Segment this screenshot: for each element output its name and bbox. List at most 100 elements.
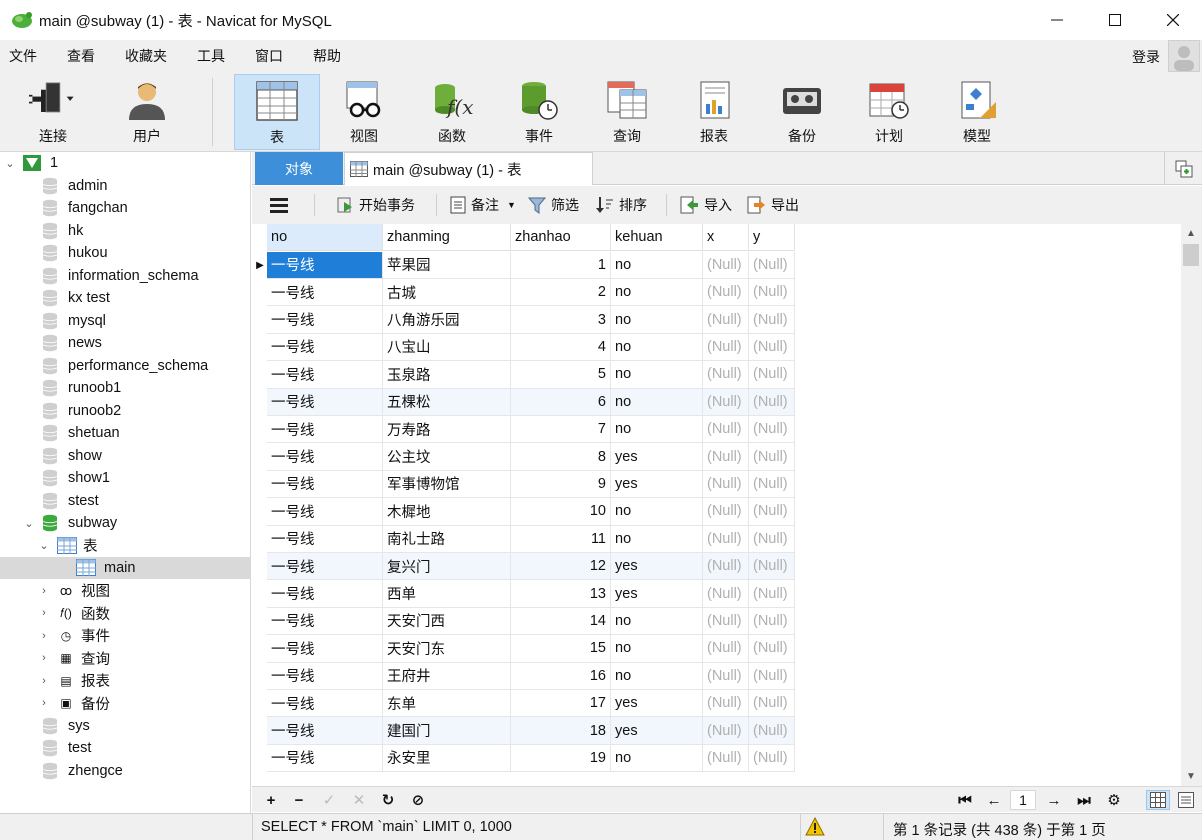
table-cell[interactable]: yes — [611, 470, 703, 499]
close-button[interactable] — [1144, 0, 1202, 40]
memo-dropdown-icon[interactable]: ▼ — [507, 200, 516, 210]
table-button[interactable]: 表 — [234, 74, 320, 150]
tree-database-item[interactable]: hk — [42, 220, 83, 242]
table-cell[interactable]: 2 — [511, 279, 611, 307]
table-cell[interactable]: 一号线 — [267, 525, 383, 553]
add-record-button[interactable]: + — [262, 790, 280, 810]
table-cell[interactable]: (Null) — [703, 388, 749, 416]
table-cell[interactable]: yes — [611, 580, 703, 608]
table-cell[interactable]: (Null) — [703, 553, 749, 581]
table-cell[interactable]: (Null) — [703, 306, 749, 334]
table-cell[interactable]: (Null) — [749, 416, 795, 444]
filter-button[interactable]: 筛选 — [528, 186, 579, 224]
tree-database-subway[interactable]: ⌄ subway — [23, 512, 117, 534]
tab-objects[interactable]: 对象 — [255, 152, 343, 185]
discard-button[interactable]: ✕ — [350, 790, 368, 810]
tree-database-item[interactable]: kx test — [42, 287, 110, 309]
table-cell[interactable]: (Null) — [749, 498, 795, 526]
connect-button[interactable]: 连接 — [10, 74, 96, 150]
table-row[interactable]: 一号线 木樨地 10 no (Null) (Null) — [253, 498, 796, 526]
table-cell[interactable]: 12 — [511, 553, 611, 581]
query-button[interactable]: 查询 — [584, 74, 670, 150]
table-cell[interactable]: no — [611, 279, 703, 307]
table-cell[interactable]: 一号线 — [267, 662, 383, 690]
tree-connection[interactable]: ⌄ 1 — [4, 152, 58, 174]
column-header[interactable]: y — [749, 224, 795, 251]
table-cell[interactable]: 14 — [511, 607, 611, 636]
table-row[interactable]: 一号线 军事博物馆 9 yes (Null) (Null) — [253, 470, 796, 499]
table-cell[interactable]: 万寿路 — [383, 416, 511, 444]
table-cell[interactable]: (Null) — [703, 525, 749, 553]
grid-view-button[interactable] — [1146, 790, 1170, 810]
table-row[interactable]: 一号线 西单 13 yes (Null) (Null) — [253, 580, 796, 608]
table-cell[interactable]: (Null) — [703, 443, 749, 471]
table-row[interactable]: 一号线 永安里 19 no (Null) (Null) — [253, 744, 796, 773]
chevron-right-icon[interactable]: › — [38, 697, 50, 709]
table-cell[interactable]: (Null) — [749, 635, 795, 663]
table-cell[interactable]: (Null) — [749, 525, 795, 553]
table-cell[interactable]: 19 — [511, 744, 611, 773]
column-header[interactable]: kehuan — [611, 224, 703, 251]
table-cell[interactable]: yes — [611, 443, 703, 471]
menu-tools[interactable]: 工具 — [188, 46, 234, 66]
tree-table-main[interactable]: main — [0, 557, 250, 579]
table-cell[interactable]: (Null) — [749, 361, 795, 389]
report-button[interactable]: 报表 — [671, 74, 757, 150]
export-button[interactable]: 导出 — [746, 186, 799, 224]
table-cell[interactable]: 10 — [511, 498, 611, 526]
table-cell[interactable]: 一号线 — [267, 717, 383, 745]
vertical-scrollbar[interactable]: ▲ ▼ — [1181, 224, 1202, 786]
import-button[interactable]: 导入 — [679, 186, 732, 224]
tree-database-item[interactable]: sys — [42, 715, 90, 737]
tree-subnode[interactable]: › 𝑓() 函数 — [38, 602, 110, 624]
table-cell[interactable]: 16 — [511, 662, 611, 690]
begin-transaction-button[interactable]: 开始事务 — [336, 186, 415, 224]
column-header[interactable]: x — [703, 224, 749, 251]
table-cell[interactable]: 东单 — [383, 690, 511, 718]
table-cell[interactable]: (Null) — [749, 470, 795, 499]
table-row[interactable]: 一号线 古城 2 no (Null) (Null) — [253, 279, 796, 307]
apply-button[interactable]: ✓ — [320, 790, 338, 810]
tree-database-item[interactable]: information_schema — [42, 265, 199, 287]
table-cell[interactable]: no — [611, 498, 703, 526]
table-cell[interactable]: 7 — [511, 416, 611, 444]
last-page-button[interactable]: ⏭ — [1074, 790, 1094, 810]
table-cell[interactable]: (Null) — [703, 279, 749, 307]
table-cell[interactable]: (Null) — [749, 662, 795, 690]
table-cell[interactable]: 9 — [511, 470, 611, 499]
table-cell[interactable]: 南礼士路 — [383, 525, 511, 553]
new-tab-button[interactable] — [1164, 152, 1202, 185]
sort-button[interactable]: 排序 — [596, 186, 647, 224]
table-row[interactable]: 一号线 复兴门 12 yes (Null) (Null) — [253, 553, 796, 581]
menu-window[interactable]: 窗口 — [246, 46, 292, 66]
chevron-right-icon[interactable]: › — [38, 652, 50, 664]
tree-subnode[interactable]: › ▦ 查询 — [38, 647, 110, 669]
table-cell[interactable]: 一号线 — [267, 553, 383, 581]
tree-tables-node[interactable]: ⌄ 表 — [38, 535, 98, 557]
table-cell[interactable]: (Null) — [749, 744, 795, 773]
table-cell[interactable]: no — [611, 306, 703, 334]
table-cell[interactable]: no — [611, 744, 703, 773]
menu-help[interactable]: 帮助 — [304, 46, 350, 66]
table-cell[interactable]: 八宝山 — [383, 333, 511, 362]
table-cell[interactable]: (Null) — [703, 470, 749, 499]
model-button[interactable]: 模型 — [934, 74, 1020, 150]
scroll-down-icon[interactable]: ▼ — [1186, 771, 1196, 782]
table-cell[interactable]: yes — [611, 717, 703, 745]
tree-database-item[interactable]: show1 — [42, 467, 110, 489]
refresh-button[interactable]: ↻ — [379, 790, 397, 810]
tree-database-item[interactable]: mysql — [42, 310, 106, 332]
chevron-right-icon[interactable]: › — [38, 607, 50, 619]
tree-subnode[interactable]: › ▤ 报表 — [38, 670, 110, 692]
login-link[interactable]: 登录 — [1132, 47, 1160, 67]
column-header[interactable]: no — [267, 224, 383, 251]
tree-database-item[interactable]: runoob1 — [42, 377, 121, 399]
tree-database-item[interactable]: hukou — [42, 242, 108, 264]
tree-database-item[interactable]: runoob2 — [42, 400, 121, 422]
table-cell[interactable]: no — [611, 361, 703, 389]
table-cell[interactable]: yes — [611, 690, 703, 718]
chevron-right-icon[interactable]: › — [38, 630, 50, 642]
table-cell[interactable]: 五棵松 — [383, 388, 511, 416]
next-page-button[interactable]: → — [1044, 790, 1064, 810]
table-cell[interactable]: (Null) — [703, 607, 749, 636]
